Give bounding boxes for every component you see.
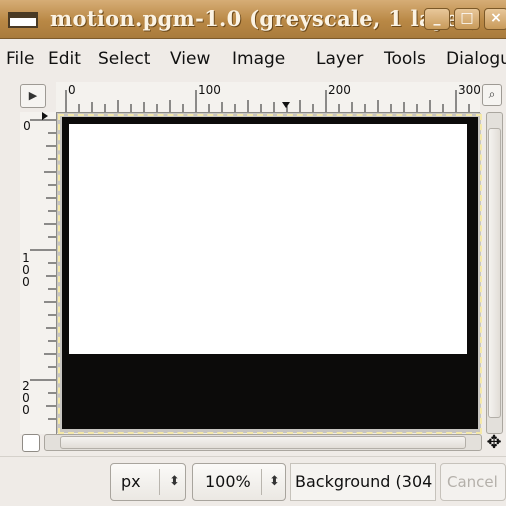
unit-selector[interactable]: px ⬍ — [110, 463, 186, 501]
maximize-button[interactable]: □ — [454, 8, 480, 30]
menu-file[interactable]: File — [6, 49, 34, 69]
unit-value: px — [121, 472, 141, 491]
navigate-icon[interactable]: ✥ — [484, 433, 504, 453]
vertical-ruler[interactable]: 0 100 200 — [20, 112, 57, 434]
vruler-label-0: 0 — [23, 119, 31, 133]
close-button[interactable]: × — [484, 8, 506, 30]
minimize-button[interactable]: _ — [424, 8, 450, 30]
menu-dialogs[interactable]: Dialogu — [446, 49, 506, 69]
vertical-ruler-marker — [42, 112, 48, 120]
unit-spin-icon: ⬍ — [169, 474, 180, 489]
menu-bar: File Edit Select View Image Layer Tools … — [0, 39, 506, 79]
ruler-label-300: 300 — [458, 83, 480, 97]
zoom-spin-icon: ⬍ — [269, 474, 280, 489]
horizontal-ruler-ticks — [65, 90, 470, 112]
menu-layer[interactable]: Layer — [316, 49, 363, 69]
menu-arrow-button[interactable]: ▶ — [20, 84, 46, 108]
horizontal-ruler[interactable]: 0 100 200 300 — [56, 82, 480, 113]
vruler-label-100: 100 — [22, 251, 30, 289]
menu-select[interactable]: Select — [98, 49, 150, 69]
zoom-selector[interactable]: 100% ⬍ — [192, 463, 286, 501]
ruler-pointer-marker — [282, 102, 290, 108]
vruler-label-200: 200 — [22, 379, 30, 417]
window-title: motion.pgm-1.0 (greyscale, 1 layer) — [50, 6, 481, 31]
ruler-label-0: 0 — [68, 83, 76, 97]
layer-boundary — [58, 114, 482, 434]
status-message: Background (304 — [290, 463, 436, 501]
ruler-label-100: 100 — [198, 83, 221, 97]
image-window-icon — [8, 12, 38, 28]
menu-tools[interactable]: Tools — [384, 49, 426, 69]
zoom-value: 100% — [205, 472, 251, 491]
quick-mask-icon[interactable] — [22, 434, 40, 452]
menu-edit[interactable]: Edit — [48, 49, 81, 69]
vertical-scroll-thumb[interactable] — [488, 128, 501, 418]
ruler-label-200: 200 — [328, 83, 351, 97]
menu-view[interactable]: View — [170, 49, 210, 69]
menu-image[interactable]: Image — [232, 49, 285, 69]
horizontal-scroll-thumb[interactable] — [60, 436, 466, 449]
zoom-icon[interactable]: ⌕ — [482, 84, 502, 106]
cancel-button[interactable]: Cancel — [440, 463, 506, 501]
title-bar[interactable]: motion.pgm-1.0 (greyscale, 1 layer) _ □ … — [0, 0, 506, 39]
